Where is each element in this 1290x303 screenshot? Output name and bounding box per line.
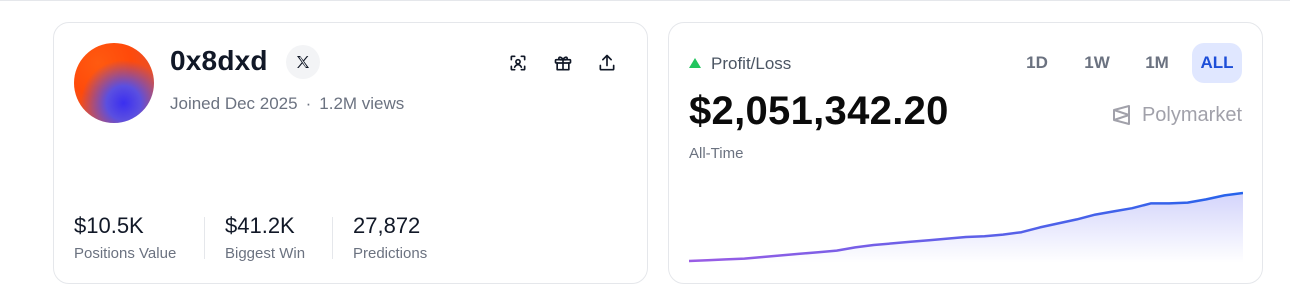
x-logo-icon [297,56,309,68]
stat-value: 27,872 [353,213,421,238]
username: 0x8dxd [170,45,268,76]
range-all[interactable]: ALL [1192,43,1242,83]
meta-separator: · [305,94,312,113]
stat-biggest-win: $41.2K Biggest Win [225,213,305,262]
stat-divider [332,217,333,259]
pnl-card: Profit/Loss 1D 1W 1M ALL $2,051,342.20 P… [668,22,1263,284]
gift-icon [554,56,572,71]
range-selector: 1D 1W 1M ALL [1002,43,1242,83]
avatar[interactable] [74,43,154,123]
x-profile-button[interactable] [286,45,320,79]
pnl-period: All-Time [689,145,744,162]
range-1w[interactable]: 1W [1072,43,1122,83]
share-button[interactable] [595,51,619,75]
profile-meta: Joined Dec 2025 · 1.2M views [170,94,404,114]
brand-name: Polymarket [1141,103,1242,126]
pnl-label: Profit/Loss [711,54,792,73]
polymarket-logo-icon [1112,105,1130,125]
stat-label: Positions Value [74,245,177,262]
profile-card: 0x8dxd Joined Dec 2025 · 1.2M views $10.5K… [53,22,648,284]
pnl-header: Profit/Loss [689,54,791,74]
range-1d[interactable]: 1D [1012,43,1062,83]
range-1m[interactable]: 1M [1132,43,1182,83]
triangle-up-icon [689,58,701,68]
view-count: 1.2M views [319,94,405,113]
pnl-chart [689,191,1243,263]
polymarket-brand: Polymarket [1110,103,1242,127]
top-divider [0,0,1290,1]
stat-label: Biggest Win [225,245,306,262]
pnl-amount: $2,051,342.20 [689,89,949,133]
share-icon [599,54,615,71]
joined-date: Joined Dec 2025 [170,94,298,113]
scan-button[interactable] [506,51,530,75]
gift-button[interactable] [551,51,575,75]
stat-value: $10.5K [74,213,144,238]
stat-value: $41.2K [225,213,295,238]
stat-positions-value: $10.5K Positions Value [74,213,176,262]
stat-divider [204,217,205,259]
stat-label: Predictions [353,245,428,262]
scan-icon [510,55,526,71]
stat-predictions: 27,872 Predictions [353,213,427,262]
